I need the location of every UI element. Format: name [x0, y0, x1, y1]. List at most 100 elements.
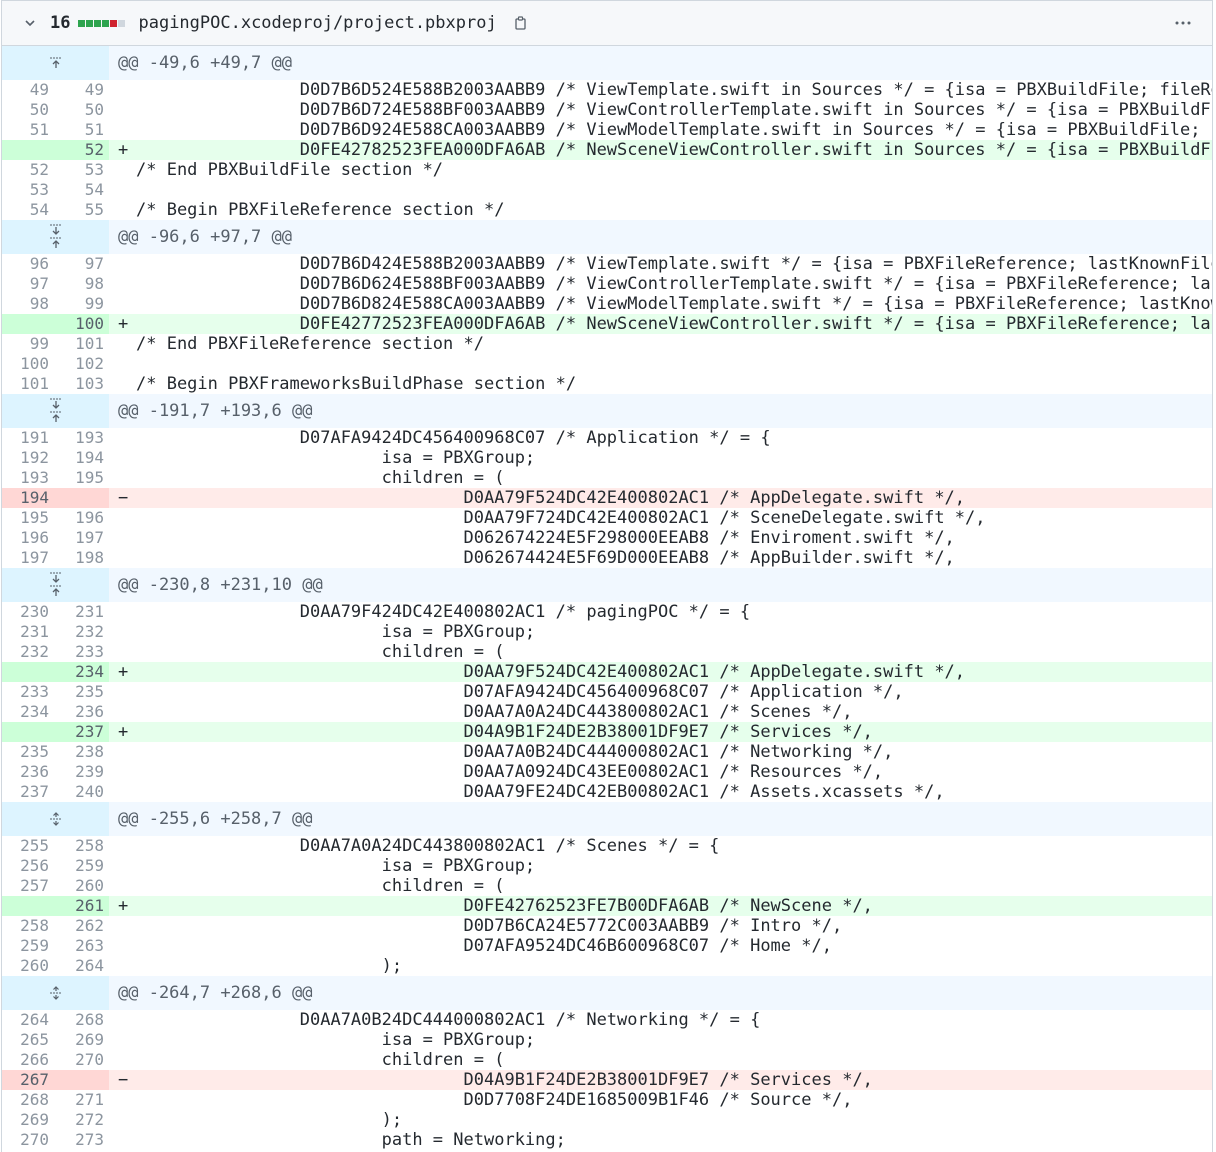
- new-line-number[interactable]: 99: [54, 294, 109, 314]
- copy-icon[interactable]: [513, 15, 529, 31]
- new-line-number[interactable]: 271: [54, 1090, 109, 1110]
- expand-up-icon[interactable]: [2, 46, 109, 80]
- old-line-number[interactable]: 53: [2, 180, 54, 200]
- new-line-number[interactable]: 268: [54, 1010, 109, 1030]
- old-line-number[interactable]: 233: [2, 682, 54, 702]
- old-line-number[interactable]: 266: [2, 1050, 54, 1070]
- kebab-menu-icon[interactable]: [1168, 11, 1198, 35]
- old-line-number[interactable]: 49: [2, 80, 54, 100]
- new-line-number[interactable]: 52: [54, 140, 109, 160]
- expand-all-icon[interactable]: [2, 802, 109, 836]
- old-line-number[interactable]: [2, 314, 54, 334]
- old-line-number[interactable]: 270: [2, 1130, 54, 1150]
- old-line-number[interactable]: 257: [2, 876, 54, 896]
- old-line-number[interactable]: [2, 896, 54, 916]
- old-line-number[interactable]: 197: [2, 548, 54, 568]
- old-line-number[interactable]: 260: [2, 956, 54, 976]
- new-line-number[interactable]: 97: [54, 254, 109, 274]
- new-line-number[interactable]: 231: [54, 602, 109, 622]
- new-line-number[interactable]: 261: [54, 896, 109, 916]
- new-line-number[interactable]: 263: [54, 936, 109, 956]
- new-line-number[interactable]: 239: [54, 762, 109, 782]
- new-line-number[interactable]: 233: [54, 642, 109, 662]
- new-line-number[interactable]: 101: [54, 334, 109, 354]
- old-line-number[interactable]: 54: [2, 200, 54, 220]
- new-line-number[interactable]: 237: [54, 722, 109, 742]
- new-line-number[interactable]: 50: [54, 100, 109, 120]
- new-line-number[interactable]: 54: [54, 180, 109, 200]
- new-line-number[interactable]: 234: [54, 662, 109, 682]
- file-path[interactable]: pagingPOC.xcodeproj/project.pbxproj: [138, 13, 496, 33]
- old-line-number[interactable]: [2, 722, 54, 742]
- new-line-number[interactable]: 100: [54, 314, 109, 334]
- old-line-number[interactable]: 196: [2, 528, 54, 548]
- new-line-number[interactable]: 262: [54, 916, 109, 936]
- old-line-number[interactable]: 50: [2, 100, 54, 120]
- old-line-number[interactable]: 97: [2, 274, 54, 294]
- old-line-number[interactable]: 192: [2, 448, 54, 468]
- new-line-number[interactable]: 197: [54, 528, 109, 548]
- new-line-number[interactable]: 238: [54, 742, 109, 762]
- new-line-number[interactable]: 270: [54, 1050, 109, 1070]
- old-line-number[interactable]: [2, 140, 54, 160]
- old-line-number[interactable]: 52: [2, 160, 54, 180]
- old-line-number[interactable]: 96: [2, 254, 54, 274]
- old-line-number[interactable]: 99: [2, 334, 54, 354]
- new-line-number[interactable]: 98: [54, 274, 109, 294]
- new-line-number[interactable]: 269: [54, 1030, 109, 1050]
- new-line-number[interactable]: 103: [54, 374, 109, 394]
- old-line-number[interactable]: 264: [2, 1010, 54, 1030]
- new-line-number[interactable]: 51: [54, 120, 109, 140]
- new-line-number[interactable]: 260: [54, 876, 109, 896]
- old-line-number[interactable]: 195: [2, 508, 54, 528]
- expand-both-icon[interactable]: [2, 568, 109, 602]
- old-line-number[interactable]: 265: [2, 1030, 54, 1050]
- new-line-number[interactable]: 195: [54, 468, 109, 488]
- old-line-number[interactable]: 255: [2, 836, 54, 856]
- old-line-number[interactable]: 232: [2, 642, 54, 662]
- old-line-number[interactable]: 269: [2, 1110, 54, 1130]
- old-line-number[interactable]: 230: [2, 602, 54, 622]
- new-line-number[interactable]: [54, 488, 109, 508]
- old-line-number[interactable]: 191: [2, 428, 54, 448]
- new-line-number[interactable]: 198: [54, 548, 109, 568]
- old-line-number[interactable]: 98: [2, 294, 54, 314]
- old-line-number[interactable]: 268: [2, 1090, 54, 1110]
- old-line-number[interactable]: 267: [2, 1070, 54, 1090]
- new-line-number[interactable]: [54, 1070, 109, 1090]
- new-line-number[interactable]: 235: [54, 682, 109, 702]
- old-line-number[interactable]: 237: [2, 782, 54, 802]
- old-line-number[interactable]: 193: [2, 468, 54, 488]
- old-line-number[interactable]: 194: [2, 488, 54, 508]
- new-line-number[interactable]: 240: [54, 782, 109, 802]
- new-line-number[interactable]: 196: [54, 508, 109, 528]
- new-line-number[interactable]: 193: [54, 428, 109, 448]
- new-line-number[interactable]: 232: [54, 622, 109, 642]
- old-line-number[interactable]: 259: [2, 936, 54, 956]
- old-line-number[interactable]: 51: [2, 120, 54, 140]
- new-line-number[interactable]: 194: [54, 448, 109, 468]
- new-line-number[interactable]: 236: [54, 702, 109, 722]
- old-line-number[interactable]: 231: [2, 622, 54, 642]
- old-line-number[interactable]: 256: [2, 856, 54, 876]
- new-line-number[interactable]: 102: [54, 354, 109, 374]
- expand-all-icon[interactable]: [2, 976, 109, 1010]
- expand-both-icon[interactable]: [2, 394, 109, 428]
- new-line-number[interactable]: 259: [54, 856, 109, 876]
- old-line-number[interactable]: [2, 662, 54, 682]
- new-line-number[interactable]: 258: [54, 836, 109, 856]
- chevron-down-icon[interactable]: [20, 13, 40, 33]
- new-line-number[interactable]: 272: [54, 1110, 109, 1130]
- old-line-number[interactable]: 100: [2, 354, 54, 374]
- old-line-number[interactable]: 236: [2, 762, 54, 782]
- new-line-number[interactable]: 264: [54, 956, 109, 976]
- new-line-number[interactable]: 55: [54, 200, 109, 220]
- expand-both-icon[interactable]: [2, 220, 109, 254]
- old-line-number[interactable]: 258: [2, 916, 54, 936]
- new-line-number[interactable]: 49: [54, 80, 109, 100]
- new-line-number[interactable]: 273: [54, 1130, 109, 1150]
- old-line-number[interactable]: 234: [2, 702, 54, 722]
- old-line-number[interactable]: 101: [2, 374, 54, 394]
- new-line-number[interactable]: 53: [54, 160, 109, 180]
- old-line-number[interactable]: 235: [2, 742, 54, 762]
